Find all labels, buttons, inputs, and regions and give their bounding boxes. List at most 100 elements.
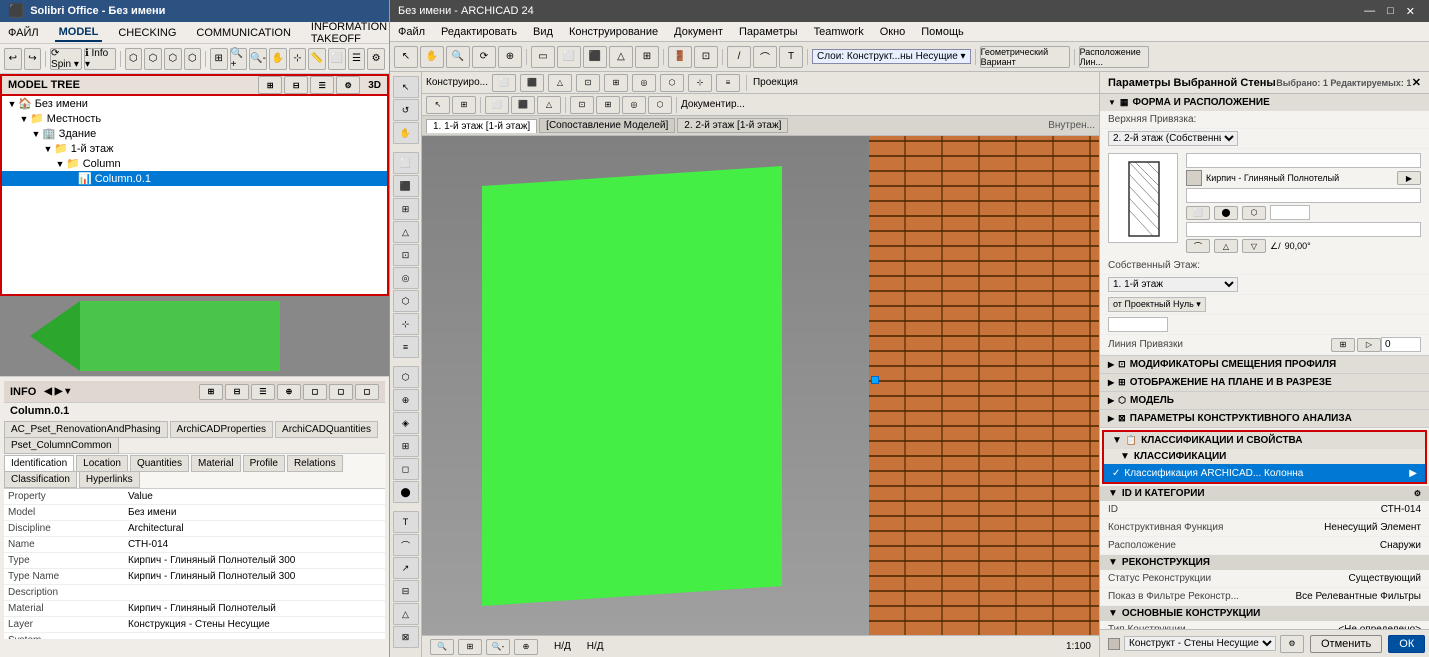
ac-zoom-in[interactable]: 🔍 <box>446 46 470 68</box>
reconstruction-header[interactable]: ▼ РЕКОНСТРУКЦИЯ <box>1100 555 1429 570</box>
tree-item-root[interactable]: ▼ 🏠 Без имени <box>2 96 387 111</box>
sub-t3[interactable]: △ <box>548 74 572 92</box>
zoom-btn1[interactable]: 🔍 <box>430 639 454 655</box>
zoom-out[interactable]: 🔍- <box>249 48 267 70</box>
measure[interactable]: 📏 <box>308 48 326 70</box>
classification-outer-header[interactable]: ▼ 📋 КЛАССИФИКАЦИИ И СВОЙСТВА <box>1104 432 1425 449</box>
tool-u[interactable]: ⊠ <box>393 626 419 648</box>
cancel-button[interactable]: Отменить <box>1310 635 1382 653</box>
sub-t5[interactable]: ⊞ <box>604 74 628 92</box>
tab-archicad-props[interactable]: ArchiCADProperties <box>170 421 273 438</box>
layer-btn[interactable]: ⚙ <box>1280 635 1304 653</box>
sub-t8[interactable]: ⊹ <box>688 74 712 92</box>
info-btn7[interactable]: ◻ <box>355 384 379 400</box>
ac-orbit[interactable]: ⟳ <box>472 46 496 68</box>
info-btn3[interactable]: ☰ <box>251 384 275 400</box>
model-header[interactable]: ▶ ⬡ МОДЕЛЬ <box>1100 392 1429 409</box>
thickness-input[interactable]: 300 <box>1270 205 1310 220</box>
tool-a[interactable]: ⬜ <box>393 152 419 174</box>
link-offset-input[interactable] <box>1381 337 1421 352</box>
subtab-relations[interactable]: Relations <box>287 455 343 472</box>
sub2-t6[interactable]: ⊡ <box>570 96 594 114</box>
ac-close[interactable]: ✕ <box>1400 5 1421 18</box>
shape-section-header[interactable]: ▼ ▦ ФОРМА И РАСПОЛОЖЕНИЕ <box>1100 94 1429 111</box>
redo-btn[interactable]: ↪ <box>24 48 42 70</box>
tool-k[interactable]: ⊕ <box>393 389 419 411</box>
sub2-t2[interactable]: ⊞ <box>452 96 476 114</box>
info-btn2[interactable]: ⊟ <box>225 384 249 400</box>
layer-select[interactable]: Конструкт - Стены Несущие <box>1124 636 1276 651</box>
ac-menu-teamwork[interactable]: Teamwork <box>810 24 868 40</box>
id-category-header[interactable]: ▼ ID И КАТЕГОРИИ ⚙ <box>1100 486 1429 501</box>
pan[interactable]: ✋ <box>269 48 287 70</box>
spin-btn[interactable]: ⟳ Spin ▾ <box>50 48 82 70</box>
ac-roof[interactable]: △ <box>609 46 633 68</box>
tab-pset-column[interactable]: Pset_ColumnCommon <box>4 437 119 454</box>
tree-item-locality[interactable]: ▼ 📁 Местность <box>2 111 387 126</box>
angle-btn3[interactable]: ▽ <box>1242 239 1266 253</box>
subtab-identification[interactable]: Identification <box>4 455 74 472</box>
tool4[interactable]: ⬡ <box>184 48 202 70</box>
display-header[interactable]: ▶ ⊞ ОТОБРАЖЕНИЕ НА ПЛАНЕ И В РАЗРЕЗЕ <box>1100 374 1429 391</box>
sub-t7[interactable]: ⬡ <box>660 74 684 92</box>
from-zero-btn[interactable]: от Проектный Нуль ▾ <box>1108 297 1206 312</box>
ac-menu-window[interactable]: Окно <box>876 24 910 40</box>
floor-select[interactable]: 1. 1-й этаж <box>1108 277 1238 292</box>
zoom-in[interactable]: 🔍+ <box>230 48 248 70</box>
tool2[interactable]: ⬡ <box>144 48 162 70</box>
ac-hand[interactable]: ✋ <box>420 46 444 68</box>
height-top-input[interactable]: 0 <box>1186 153 1421 168</box>
ac-line[interactable]: / <box>727 46 751 68</box>
tool-b[interactable]: ⬛ <box>393 175 419 197</box>
settings[interactable]: ⚙ <box>367 48 385 70</box>
id-settings-icon[interactable]: ⚙ <box>1414 489 1421 498</box>
menu-info-takeoff[interactable]: INFORMATION TAKEOFF <box>307 19 391 47</box>
tool-i[interactable]: ≡ <box>393 336 419 358</box>
brick-btn[interactable]: ▶ <box>1397 171 1421 185</box>
menu-model[interactable]: MODEL <box>55 24 103 42</box>
zoom-btn3[interactable]: 🔍- <box>486 639 510 655</box>
tool-f[interactable]: ◎ <box>393 267 419 289</box>
sub2-t3[interactable]: ⬜ <box>485 96 509 114</box>
top-value-select[interactable]: 2. 2-й этаж (Собственный + 1) <box>1108 131 1238 146</box>
tool-q[interactable]: ⌒ <box>393 534 419 556</box>
ac-arc[interactable]: ⌒ <box>753 46 777 68</box>
ac-menu-options[interactable]: Параметры <box>735 24 802 40</box>
tool-r[interactable]: ↗ <box>393 557 419 579</box>
menu-checking[interactable]: CHECKING <box>114 25 180 41</box>
ac-slab[interactable]: ⬛ <box>583 46 607 68</box>
tree-item-floor1[interactable]: ▼ 📁 1-й этаж <box>2 141 387 156</box>
tool-o[interactable]: ⬤ <box>393 481 419 503</box>
subtab-profile[interactable]: Profile <box>243 455 285 472</box>
sub2-t8[interactable]: ◎ <box>622 96 646 114</box>
info-btn4[interactable]: ⊕ <box>277 384 301 400</box>
subtab-classification[interactable]: Classification <box>4 471 77 488</box>
tree-item-column01[interactable]: 📊 Column.0.1 <box>2 171 387 186</box>
tool-t[interactable]: △ <box>393 603 419 625</box>
sub2-t9[interactable]: ⬡ <box>648 96 672 114</box>
tree-btn1[interactable]: ⊞ <box>258 76 282 94</box>
thickness-btn3[interactable]: ⬡ <box>1242 206 1266 220</box>
viewport-tab1[interactable]: 1. 1-й этаж [1-й этаж] <box>426 119 537 133</box>
subtab-hyperlinks[interactable]: Hyperlinks <box>79 471 140 488</box>
layers[interactable]: ☰ <box>348 48 366 70</box>
tool-g[interactable]: ⬡ <box>393 290 419 312</box>
tree-btn2[interactable]: ⊟ <box>284 76 308 94</box>
ok-button[interactable]: ОК <box>1388 635 1425 653</box>
ac-door[interactable]: 🚪 <box>668 46 692 68</box>
ac-pointer[interactable]: ↖ <box>394 46 418 68</box>
sub2-t5[interactable]: △ <box>537 96 561 114</box>
info-btn[interactable]: ℹ Info ▾ <box>84 48 116 70</box>
sub-t2[interactable]: ⬛ <box>520 74 544 92</box>
tree-btn3[interactable]: ☰ <box>310 76 334 94</box>
thickness-btn2[interactable]: ⬤ <box>1214 206 1238 220</box>
sub-t1[interactable]: ⬜ <box>492 74 516 92</box>
basic-construction-header[interactable]: ▼ ОСНОВНЫЕ КОНСТРУКЦИИ <box>1100 606 1429 621</box>
ac-geometric[interactable]: Геометрический Вариант <box>980 46 1070 68</box>
info-btn6[interactable]: ◻ <box>329 384 353 400</box>
pan-tool[interactable]: ✋ <box>393 122 419 144</box>
tree-item-column-group[interactable]: ▼ 📁 Column <box>2 156 387 171</box>
ac-window[interactable]: ⊡ <box>694 46 718 68</box>
tool1[interactable]: ⬡ <box>125 48 143 70</box>
ac-menu-design[interactable]: Конструирование <box>565 24 662 40</box>
